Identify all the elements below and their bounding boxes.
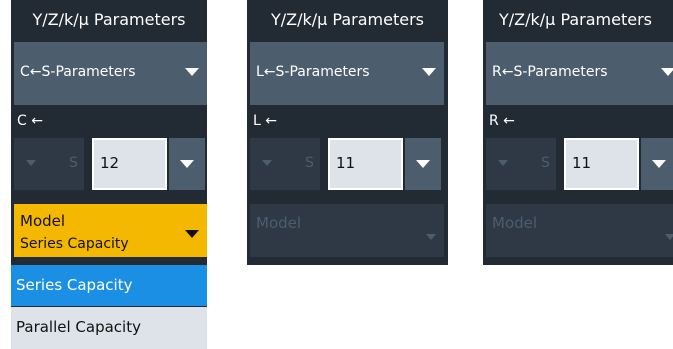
model-label: Model — [256, 214, 302, 232]
chevron-down-icon — [262, 160, 272, 166]
chevron-down-icon — [185, 230, 199, 238]
s-parameter-index-dropdown-button[interactable] — [641, 138, 673, 190]
l-parameters-panel: Y/Z/k/μ Parameters L←S-Parameters L ← S … — [247, 0, 448, 265]
panel-title: Y/Z/k/μ Parameters — [499, 10, 653, 29]
conversion-dropdown[interactable]: R←S-Parameters — [486, 42, 673, 105]
model-dropdown[interactable]: Model Series Capacity — [14, 204, 207, 257]
parameter-label: C ← — [17, 113, 43, 129]
panel-title: Y/Z/k/μ Parameters — [270, 10, 424, 29]
s-parameter-decrement[interactable]: S — [250, 138, 320, 190]
option-parallel-capacity[interactable]: Parallel Capacity — [11, 307, 207, 349]
panel-title: Y/Z/k/μ Parameters — [32, 10, 186, 29]
chevron-down-icon — [26, 160, 36, 166]
s-parameter-decrement[interactable]: S — [14, 138, 84, 190]
s-prefix-label: S — [305, 155, 314, 171]
r-parameters-panel: Y/Z/k/μ Parameters R←S-Parameters R ← S … — [483, 0, 673, 265]
conversion-dropdown-value: C←S-Parameters — [20, 64, 136, 80]
option-series-capacity[interactable]: Series Capacity — [11, 265, 207, 306]
chevron-down-icon — [665, 234, 673, 240]
chevron-down-icon — [185, 68, 199, 76]
model-dropdown[interactable]: Model — [486, 204, 673, 257]
model-label: Model — [492, 214, 538, 232]
s-prefix-label: S — [541, 155, 550, 171]
s-parameter-index-value: 11 — [572, 154, 592, 172]
model-selected-value: Series Capacity — [20, 236, 129, 252]
parameter-label: L ← — [253, 113, 277, 129]
chevron-down-icon — [661, 68, 673, 76]
s-prefix-label: S — [69, 155, 78, 171]
chevron-down-icon — [422, 68, 436, 76]
s-parameter-index-input[interactable]: 12 — [92, 138, 167, 190]
model-label: Model — [20, 212, 66, 230]
parameter-label: R ← — [489, 113, 515, 129]
conversion-dropdown-value: L←S-Parameters — [256, 64, 370, 80]
chevron-down-icon — [416, 160, 430, 168]
s-parameter-decrement[interactable]: S — [486, 138, 556, 190]
chevron-down-icon — [652, 160, 666, 168]
s-parameter-index-input[interactable]: 11 — [564, 138, 639, 190]
conversion-dropdown[interactable]: L←S-Parameters — [250, 42, 444, 105]
chevron-down-icon — [498, 160, 508, 166]
s-parameter-index-input[interactable]: 11 — [328, 138, 403, 190]
conversion-dropdown[interactable]: C←S-Parameters — [14, 42, 207, 105]
s-parameter-index-dropdown-button[interactable] — [169, 138, 205, 190]
s-parameter-index-dropdown-button[interactable] — [405, 138, 441, 190]
chevron-down-icon — [426, 234, 436, 240]
chevron-down-icon — [180, 160, 194, 168]
model-dropdown[interactable]: Model — [250, 204, 444, 257]
s-parameter-index-value: 12 — [100, 154, 120, 172]
c-parameters-panel: Y/Z/k/μ Parameters C←S-Parameters C ← S … — [11, 0, 207, 349]
conversion-dropdown-value: R←S-Parameters — [492, 64, 608, 80]
s-parameter-index-value: 11 — [336, 154, 356, 172]
